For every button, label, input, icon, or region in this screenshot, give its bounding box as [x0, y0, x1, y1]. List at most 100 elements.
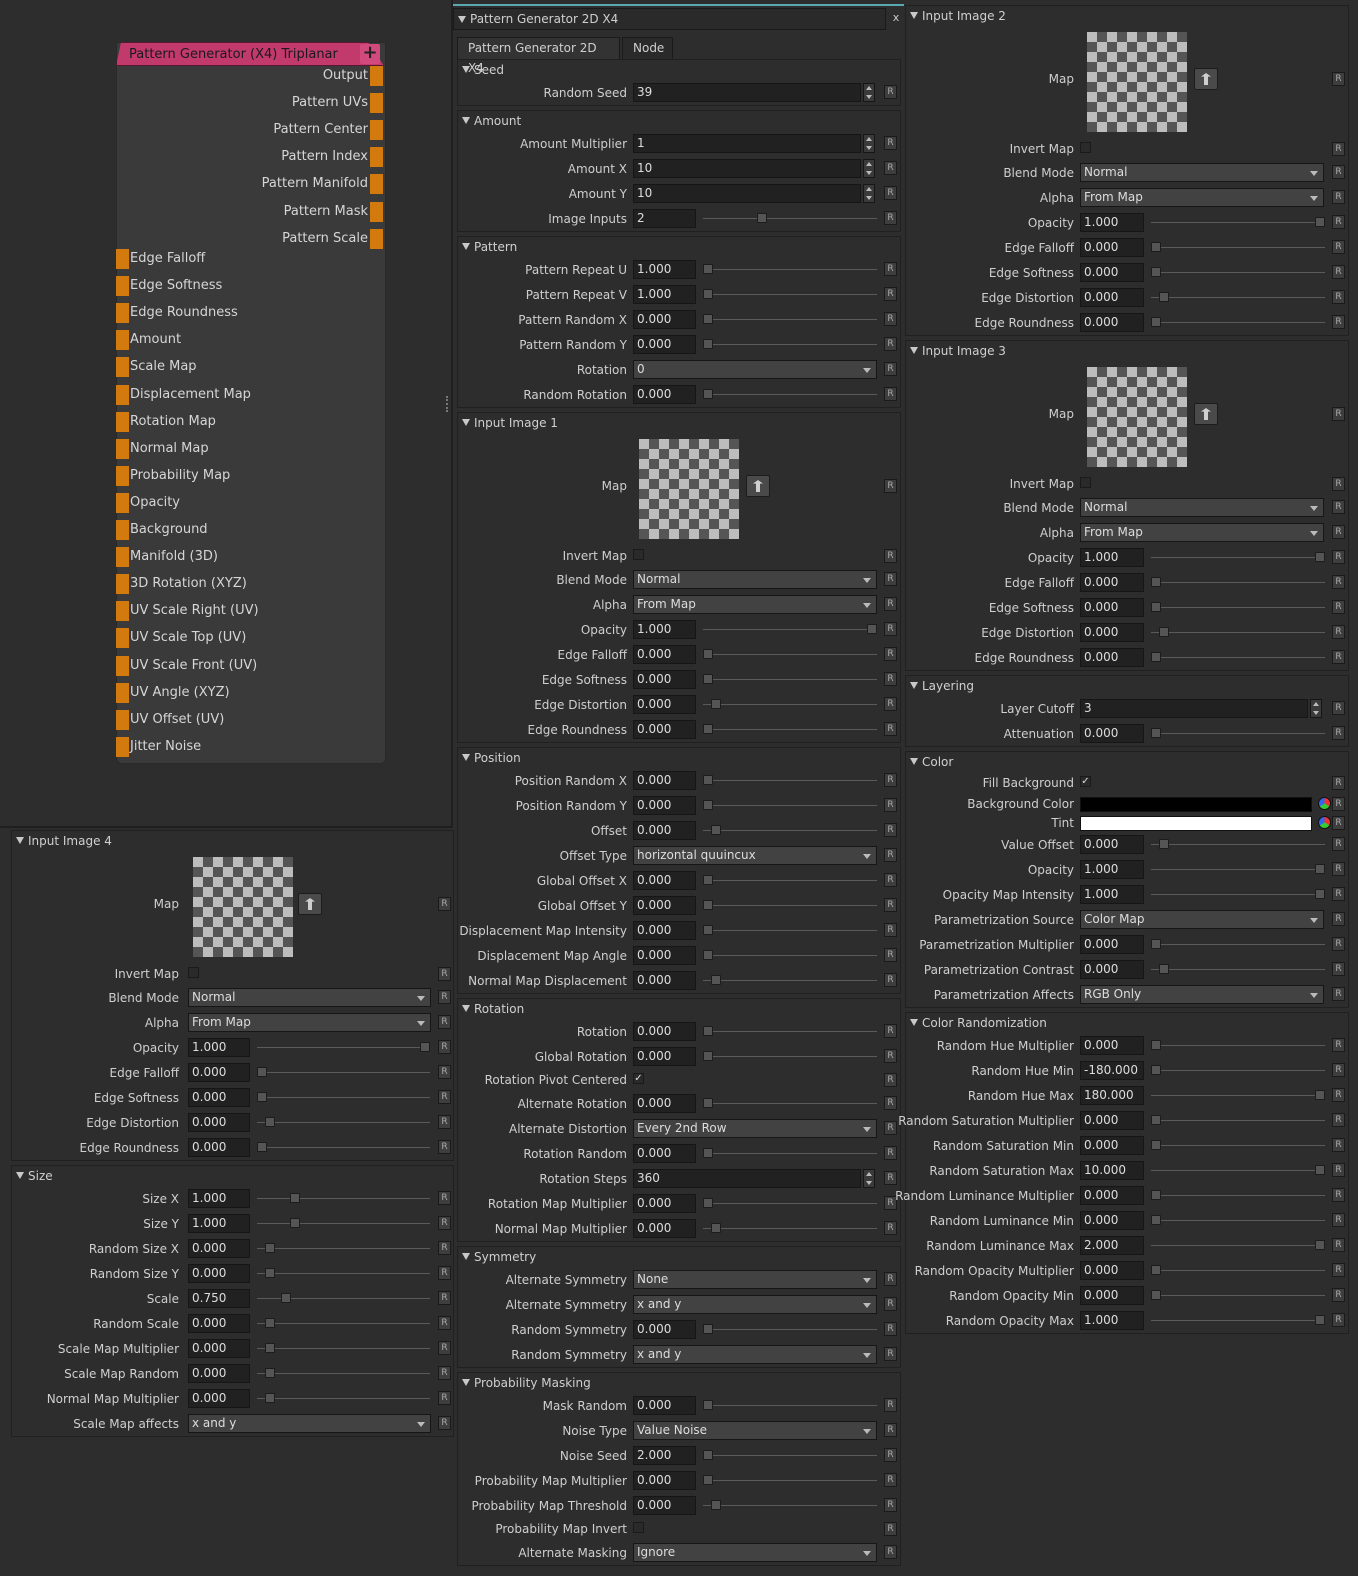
position-random-x-reset-button[interactable]: R: [884, 773, 897, 787]
rotation-random-reset-button[interactable]: R: [884, 1146, 897, 1160]
alternate-symmetry-reset-button[interactable]: R: [884, 1297, 897, 1311]
blend-mode-reset-button[interactable]: R: [438, 990, 451, 1004]
offset-field[interactable]: 0.000: [633, 821, 696, 840]
edge-softness-slider-thumb[interactable]: [1151, 267, 1161, 277]
random-luminance-multiplier-slider-thumb[interactable]: [1151, 1190, 1161, 1200]
edge-distortion-field[interactable]: 0.000: [1080, 623, 1144, 642]
edge-distortion-slider-thumb[interactable]: [711, 699, 721, 709]
size-y-field[interactable]: 1.000: [188, 1214, 250, 1233]
opacity-field[interactable]: 1.000: [1080, 548, 1144, 567]
output-port-pattern-center[interactable]: [370, 120, 383, 141]
edge-roundness-slider-track[interactable]: [257, 1147, 430, 1148]
random-size-y-reset-button[interactable]: R: [438, 1266, 451, 1280]
random-size-x-reset-button[interactable]: R: [438, 1241, 451, 1255]
scale-map-affects-reset-button[interactable]: R: [438, 1416, 451, 1430]
invert-map-checkbox[interactable]: [1080, 477, 1091, 488]
random-hue-multiplier-field[interactable]: 0.000: [1080, 1036, 1144, 1055]
edge-roundness-field[interactable]: 0.000: [1080, 313, 1144, 332]
normal-map-multiplier-slider-thumb[interactable]: [265, 1393, 275, 1403]
alpha-dropdown[interactable]: From Map: [1080, 188, 1324, 207]
value-offset-reset-button[interactable]: R: [1332, 837, 1345, 851]
noise-seed-reset-button[interactable]: R: [884, 1448, 897, 1462]
position-random-y-slider-thumb[interactable]: [703, 800, 713, 810]
value-offset-field[interactable]: 0.000: [1080, 835, 1144, 854]
attenuation-slider-thumb[interactable]: [1151, 728, 1161, 738]
output-port-pattern-scale[interactable]: [370, 228, 383, 249]
normal-map-multiplier-slider-track[interactable]: [257, 1398, 430, 1399]
global-offset-y-field[interactable]: 0.000: [633, 896, 696, 915]
parametrization-multiplier-slider-track[interactable]: [1151, 944, 1325, 945]
random-opacity-multiplier-slider-thumb[interactable]: [1151, 1265, 1161, 1275]
edge-distortion-field[interactable]: 0.000: [1080, 288, 1144, 307]
alternate-masking-dropdown[interactable]: Ignore: [633, 1543, 877, 1562]
edge-distortion-reset-button[interactable]: R: [1332, 625, 1345, 639]
opacity-reset-button[interactable]: R: [1332, 862, 1345, 876]
image-inputs-slider-thumb[interactable]: [757, 213, 767, 223]
edge-falloff-reset-button[interactable]: R: [1332, 240, 1345, 254]
edge-roundness-slider-thumb[interactable]: [1151, 317, 1161, 327]
blend-mode-reset-button[interactable]: R: [884, 572, 897, 586]
random-saturation-min-slider-track[interactable]: [1151, 1145, 1325, 1146]
invert-map-checkbox[interactable]: [633, 549, 644, 560]
random-symmetry-reset-button[interactable]: R: [884, 1322, 897, 1336]
noise-type-reset-button[interactable]: R: [884, 1423, 897, 1437]
input-port-normal-map[interactable]: [116, 438, 129, 459]
amount-multiplier-spinner[interactable]: [863, 134, 875, 153]
input-port-uv-offset-uv[interactable]: [116, 709, 129, 730]
random-seed-spinner[interactable]: [863, 83, 875, 102]
edge-distortion-slider-track[interactable]: [703, 704, 877, 705]
background-color-swatch[interactable]: [1080, 797, 1312, 812]
alternate-rotation-slider-thumb[interactable]: [703, 1098, 713, 1108]
input-port-manifold-3d[interactable]: [116, 547, 129, 568]
parametrization-multiplier-field[interactable]: 0.000: [1080, 935, 1144, 954]
input-port-uv-scale-top-uv[interactable]: [116, 628, 129, 649]
random-opacity-min-slider-thumb[interactable]: [1151, 1290, 1161, 1300]
random-scale-slider-thumb[interactable]: [265, 1318, 275, 1328]
random-luminance-min-reset-button[interactable]: R: [1332, 1213, 1345, 1227]
random-hue-max-reset-button[interactable]: R: [1332, 1088, 1345, 1102]
section-header-probability-masking[interactable]: Probability Masking: [458, 1373, 900, 1393]
map-reset-button[interactable]: R: [1332, 72, 1345, 86]
displacement-map-intensity-slider-thumb[interactable]: [703, 925, 713, 935]
opacity-map-intensity-reset-button[interactable]: R: [1332, 887, 1345, 901]
random-opacity-min-reset-button[interactable]: R: [1332, 1288, 1345, 1302]
amount-x-spinner[interactable]: [863, 159, 875, 178]
scale-map-affects-dropdown[interactable]: x and y: [188, 1414, 431, 1433]
edge-softness-reset-button[interactable]: R: [438, 1090, 451, 1104]
pattern-repeat-u-reset-button[interactable]: R: [884, 262, 897, 276]
input-port-edge-falloff[interactable]: [116, 249, 129, 269]
splitter-handle[interactable]: [446, 396, 450, 412]
random-hue-multiplier-slider-thumb[interactable]: [1151, 1040, 1161, 1050]
opacity-field[interactable]: 1.000: [1080, 213, 1144, 232]
size-y-slider-thumb[interactable]: [290, 1218, 300, 1228]
opacity-reset-button[interactable]: R: [1332, 550, 1345, 564]
tint-reset-button[interactable]: R: [1332, 816, 1345, 830]
section-header-input-image-4[interactable]: Input Image 4: [12, 831, 453, 851]
probability-map-multiplier-field[interactable]: 0.000: [633, 1471, 696, 1490]
alternate-symmetry-dropdown[interactable]: x and y: [633, 1295, 877, 1314]
offset-slider-track[interactable]: [703, 830, 877, 831]
image-inputs-reset-button[interactable]: R: [884, 211, 897, 225]
opacity-slider-track[interactable]: [703, 629, 877, 630]
attenuation-field[interactable]: 0.000: [1080, 724, 1144, 743]
input-port-jitter-noise[interactable]: [116, 736, 129, 757]
amount-multiplier-reset-button[interactable]: R: [884, 136, 897, 150]
random-size-y-slider-track[interactable]: [257, 1273, 430, 1274]
displacement-map-angle-reset-button[interactable]: R: [884, 948, 897, 962]
output-port-pattern-mask[interactable]: [370, 201, 383, 222]
edge-distortion-slider-track[interactable]: [257, 1122, 430, 1123]
random-luminance-min-slider-thumb[interactable]: [1151, 1215, 1161, 1225]
edge-softness-reset-button[interactable]: R: [1332, 265, 1345, 279]
probability-map-multiplier-slider-thumb[interactable]: [703, 1475, 713, 1485]
color-picker-icon[interactable]: [1318, 797, 1331, 810]
edge-distortion-slider-track[interactable]: [1151, 297, 1325, 298]
amount-multiplier-field[interactable]: 1: [633, 134, 861, 153]
parametrization-source-reset-button[interactable]: R: [1332, 912, 1345, 926]
input-port-scale-map[interactable]: [116, 357, 129, 378]
global-offset-x-field[interactable]: 0.000: [633, 871, 696, 890]
pattern-repeat-v-slider-track[interactable]: [703, 294, 877, 295]
rotation-random-field[interactable]: 0.000: [633, 1144, 696, 1163]
rotation-pivot-centered-reset-button[interactable]: R: [884, 1073, 897, 1087]
global-offset-x-slider-thumb[interactable]: [703, 875, 713, 885]
normal-map-multiplier-reset-button[interactable]: R: [438, 1391, 451, 1405]
